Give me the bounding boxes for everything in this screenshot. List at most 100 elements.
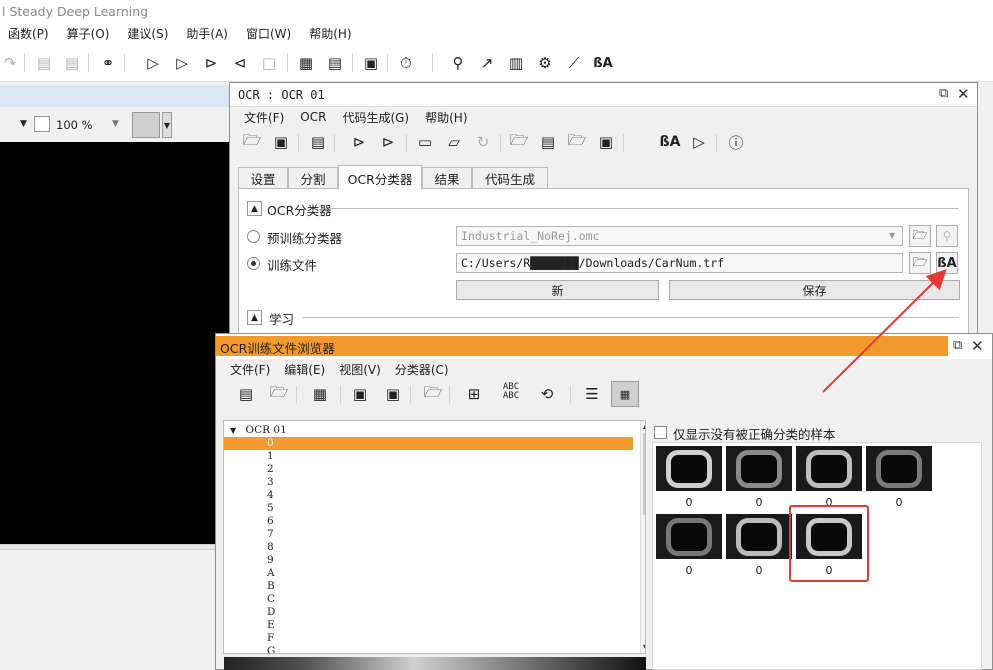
open-training-browser-icon[interactable]: ßA bbox=[936, 252, 958, 274]
radio-trainfile[interactable] bbox=[247, 257, 260, 270]
browser-menu-file[interactable]: 文件(F) bbox=[230, 361, 270, 378]
browse-classifier-icon[interactable]: 🗁 bbox=[909, 225, 931, 247]
tab-settings[interactable]: 设置 bbox=[238, 167, 288, 189]
redo-icon[interactable]: ↷ bbox=[0, 53, 20, 73]
run-ocr-icon[interactable]: ⊳ bbox=[349, 132, 369, 152]
tree-item[interactable]: C bbox=[224, 593, 633, 606]
profile-chart-icon[interactable]: ⟋ bbox=[564, 53, 584, 73]
folder-ocr-icon[interactable]: 🗁 bbox=[269, 383, 289, 404]
train-ocr-icon[interactable]: ßA bbox=[660, 132, 681, 152]
ocr-menu-codegen[interactable]: 代码生成(G) bbox=[342, 109, 409, 126]
doc-list-icon[interactable]: ▤ bbox=[325, 53, 345, 73]
code-doc-icon[interactable]: ▣ bbox=[361, 53, 381, 73]
doc-check-icon[interactable]: ▤ bbox=[34, 53, 54, 73]
menu-suggestions[interactable]: 建议(S) bbox=[127, 25, 168, 42]
open-folder-icon[interactable]: 🗁 bbox=[242, 131, 262, 152]
step-back-icon[interactable]: ⊲ bbox=[230, 53, 250, 73]
menu-operators[interactable]: 算子(O) bbox=[67, 25, 110, 42]
line-chart-icon[interactable]: ↗ bbox=[477, 53, 497, 73]
tab-code-generation[interactable]: 代码生成 bbox=[472, 167, 548, 189]
tab-results[interactable]: 结果 bbox=[422, 167, 472, 189]
run-icon[interactable]: ▷ bbox=[143, 53, 163, 73]
tree-item[interactable]: 4 bbox=[224, 489, 633, 502]
tree-item[interactable]: F bbox=[224, 632, 633, 645]
menu-window[interactable]: 窗口(W) bbox=[246, 25, 291, 42]
search-icon[interactable]: ⚲ bbox=[936, 225, 958, 247]
stopwatch-icon[interactable]: ⏱ bbox=[396, 53, 416, 73]
ocr-menu-help[interactable]: 帮助(H) bbox=[425, 109, 467, 126]
save-as-icon[interactable]: ▣ bbox=[383, 384, 403, 404]
restore-icon[interactable]: ⧉ bbox=[939, 86, 948, 101]
sample-thumbnail[interactable] bbox=[866, 446, 932, 491]
tree-item[interactable]: 3 bbox=[224, 476, 633, 489]
tree-item[interactable]: 5 bbox=[224, 502, 633, 515]
tree-item[interactable]: 8 bbox=[224, 541, 633, 554]
ocr-text-icon[interactable]: ßA bbox=[593, 53, 613, 73]
tree-item[interactable]: 0 bbox=[224, 437, 633, 450]
fit-zoom-icon[interactable] bbox=[34, 116, 50, 132]
tree-item[interactable]: A bbox=[224, 567, 633, 580]
close-icon[interactable]: ✕ bbox=[957, 85, 970, 103]
save-classifier-icon[interactable]: ▣ bbox=[596, 132, 616, 152]
insert-code-icon[interactable]: ▤ bbox=[308, 132, 328, 152]
browser-menu-classifier[interactable]: 分类器(C) bbox=[395, 361, 449, 378]
tree-item[interactable]: 9 bbox=[224, 554, 633, 567]
ocr-menu-ocr[interactable]: OCR bbox=[300, 110, 326, 124]
histogram-icon[interactable]: ▥ bbox=[506, 53, 526, 73]
rotate-sample-icon[interactable]: ⟲ bbox=[537, 384, 557, 404]
menu-help[interactable]: 帮助(H) bbox=[309, 25, 351, 42]
chevron-down-icon[interactable]: ▼ bbox=[889, 231, 895, 240]
sample-thumbnail[interactable] bbox=[726, 514, 792, 559]
help-icon[interactable]: ⓘ bbox=[726, 132, 746, 152]
tree-item[interactable]: E bbox=[224, 619, 633, 632]
only-misclassified-checkbox[interactable] bbox=[654, 426, 667, 439]
tree-item[interactable]: 6 bbox=[224, 515, 633, 528]
collapse-icon[interactable]: ▲ bbox=[247, 201, 262, 216]
doc-ocr-icon[interactable]: ▤ bbox=[538, 132, 558, 152]
sample-thumbnail[interactable] bbox=[796, 446, 862, 491]
zoom-icon[interactable]: ⚲ bbox=[448, 53, 468, 73]
refresh-icon[interactable]: ↻ bbox=[473, 132, 493, 152]
tree-item[interactable]: G bbox=[224, 645, 633, 653]
import-samples-icon[interactable]: ▦ bbox=[310, 384, 330, 404]
add-sample-icon[interactable]: ⊞ bbox=[464, 384, 484, 404]
pretrained-classifier-select[interactable]: Industrial_NoRej.omc bbox=[456, 226, 903, 246]
binoculars-icon[interactable]: ⚭ bbox=[98, 53, 118, 73]
save-icon[interactable]: ▣ bbox=[271, 132, 291, 152]
zoom-level[interactable]: 100 % bbox=[56, 118, 93, 132]
radio-pretrained[interactable] bbox=[247, 230, 260, 243]
zoom-dropdown-icon[interactable]: ▼ bbox=[112, 119, 119, 129]
open-classifier-icon[interactable]: 🗁 bbox=[509, 131, 529, 152]
menu-assistants[interactable]: 助手(A) bbox=[186, 25, 228, 42]
menu-functions[interactable]: 函数(P) bbox=[8, 25, 49, 42]
list-view-icon[interactable]: ☰ bbox=[582, 384, 602, 404]
region-dropdown-icon[interactable]: ▼ bbox=[162, 112, 172, 138]
folder-ocr-icon[interactable]: 🗁 bbox=[567, 131, 587, 152]
rectangle-icon[interactable]: ▭ bbox=[415, 132, 435, 152]
tree-root[interactable]: ▼ OCR 01 bbox=[224, 424, 633, 437]
doc-add-icon[interactable]: ▤ bbox=[62, 53, 82, 73]
open-classifier-icon[interactable]: 🗁 bbox=[423, 383, 443, 404]
ocr-menu-file[interactable]: 文件(F) bbox=[244, 109, 284, 126]
close-icon[interactable]: ✕ bbox=[971, 337, 984, 355]
graphics-canvas[interactable] bbox=[0, 142, 230, 544]
grid-view-icon[interactable]: ▦ bbox=[611, 381, 639, 407]
scroll-up-icon[interactable]: ▲ bbox=[643, 421, 645, 430]
tab-segmentation[interactable]: 分割 bbox=[288, 167, 338, 189]
step-into-icon[interactable]: ⊳ bbox=[201, 53, 221, 73]
tab-ocr-classifier[interactable]: OCR分类器 bbox=[338, 165, 422, 190]
scroll-down-icon[interactable]: ▼ bbox=[643, 643, 645, 652]
tree-item[interactable]: 7 bbox=[224, 528, 633, 541]
save-button[interactable]: 保存 bbox=[669, 280, 960, 300]
draw-region-icon[interactable] bbox=[132, 112, 160, 138]
tree-item[interactable]: 1 bbox=[224, 450, 633, 463]
sample-thumbnail[interactable] bbox=[656, 514, 722, 559]
sample-thumbnail[interactable] bbox=[656, 446, 722, 491]
save-icon[interactable]: ▣ bbox=[350, 384, 370, 404]
ocr-gear-icon[interactable]: ⚙ bbox=[535, 53, 555, 73]
browser-menu-edit[interactable]: 编辑(E) bbox=[284, 361, 325, 378]
browser-menu-view[interactable]: 视图(V) bbox=[339, 361, 381, 378]
browse-trainfile-icon[interactable]: 🗁 bbox=[909, 252, 931, 274]
rotated-rect-icon[interactable]: ▱ bbox=[444, 132, 464, 152]
sample-thumbnail[interactable] bbox=[726, 446, 792, 491]
